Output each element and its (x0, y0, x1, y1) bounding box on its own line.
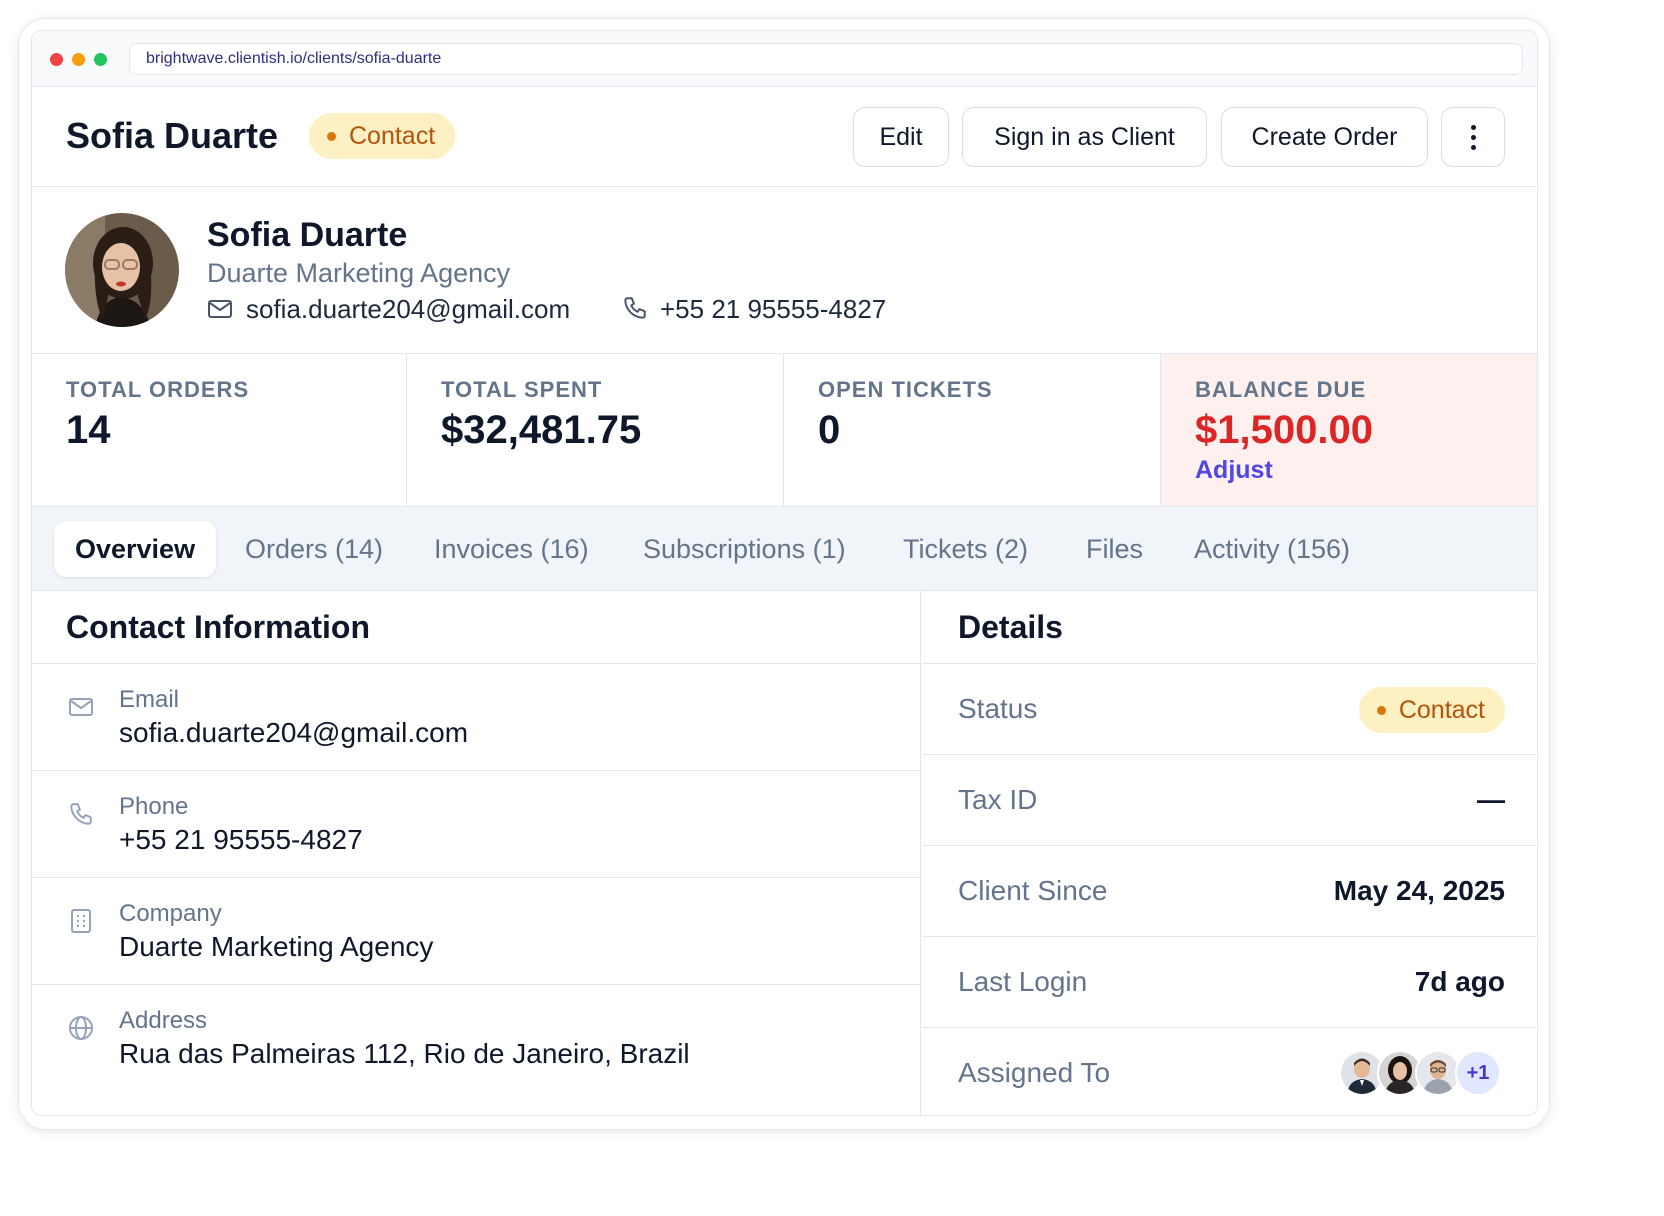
tab-subscriptions[interactable]: Subscriptions (1) (622, 521, 867, 577)
info-row-phone: Phone +55 21 95555-4827 (32, 771, 920, 878)
detail-value: — (1477, 784, 1505, 815)
stat-balance-due: BALANCE DUE $1,500.00 Adjust (1161, 354, 1537, 506)
url-bar[interactable]: brightwave.clientish.io/clients/sofia-du… (129, 43, 1523, 75)
info-value[interactable]: +55 21 95555-4827 (119, 821, 363, 859)
client-avatar (65, 213, 179, 327)
details-panel: Details Status Contact Tax ID — Client S… (922, 591, 1537, 1115)
info-row-company: Company Duarte Marketing Agency (32, 878, 920, 985)
stat-label: TOTAL ORDERS (66, 377, 250, 402)
stat-total-spent: TOTAL SPENT $32,481.75 (407, 354, 784, 506)
mail-icon (69, 698, 93, 716)
detail-label: Client Since (958, 875, 1108, 906)
stat-value: $1,500.00 (1195, 408, 1373, 452)
client-phone-link[interactable]: +55 21 95555-4827 (660, 291, 886, 327)
info-label: Phone (119, 793, 189, 820)
client-company: Duarte Marketing Agency (207, 258, 511, 288)
minimize-window-dot[interactable] (72, 53, 85, 66)
info-value[interactable]: sofia.duarte204@gmail.com (119, 714, 468, 752)
client-name: Sofia Duarte (207, 216, 408, 254)
phone-icon (70, 803, 92, 825)
info-label: Email (119, 686, 180, 713)
detail-row-tax-id: Tax ID — (922, 755, 1537, 846)
page-header: Sofia Duarte Contact Edit Sign in as Cli… (32, 87, 1537, 187)
stat-value: $32,481.75 (441, 408, 642, 452)
stat-label: OPEN TICKETS (818, 377, 993, 402)
info-value: Rua das Palmeiras 112, Rio de Janeiro, B… (119, 1038, 690, 1069)
detail-row-last-login: Last Login 7d ago (922, 937, 1537, 1028)
tab-files[interactable]: Files (1065, 521, 1164, 577)
detail-label: Tax ID (958, 784, 1038, 815)
info-label: Address (119, 1007, 208, 1034)
sign-in-as-client-button[interactable]: Sign in as Client (962, 107, 1207, 167)
app-window: brightwave.clientish.io/clients/sofia-du… (31, 30, 1538, 1116)
detail-label: Assigned To (958, 1057, 1111, 1088)
detail-row-status: Status Contact (922, 664, 1537, 755)
contact-information-panel: Contact Information Email sofia.duarte20… (32, 591, 921, 1115)
stat-value: 0 (818, 408, 841, 452)
edit-button[interactable]: Edit (853, 107, 949, 167)
detail-row-assigned-to: Assigned To +1 (922, 1028, 1537, 1115)
close-window-dot[interactable] (50, 53, 63, 66)
adjust-balance-link[interactable]: Adjust (1195, 454, 1273, 486)
status-badge-label: Contact (1398, 696, 1485, 724)
tab-activity[interactable]: Activity (156) (1173, 521, 1371, 577)
section-title: Details (958, 609, 1063, 645)
profile-summary: Sofia Duarte Duarte Marketing Agency sof… (32, 187, 1537, 354)
create-order-button[interactable]: Create Order (1221, 107, 1428, 167)
stat-open-tickets: OPEN TICKETS 0 (784, 354, 1161, 506)
tab-orders[interactable]: Orders (14) (224, 521, 404, 577)
building-icon (71, 909, 91, 933)
tab-overview[interactable]: Overview (54, 521, 217, 577)
section-title: Contact Information (66, 609, 370, 645)
panel-header: Details (922, 591, 1537, 664)
stat-label: BALANCE DUE (1195, 377, 1367, 402)
detail-row-client-since: Client Since May 24, 2025 (922, 846, 1537, 937)
maximize-window-dot[interactable] (94, 53, 107, 66)
phone-icon (624, 297, 646, 319)
info-value: Duarte Marketing Agency (119, 931, 434, 962)
stat-total-orders: TOTAL ORDERS 14 (32, 354, 407, 506)
status-dot-icon (1376, 706, 1386, 715)
more-assignees-badge[interactable]: +1 (1455, 1050, 1501, 1096)
mail-icon (208, 300, 232, 318)
tab-invoices[interactable]: Invoices (16) (413, 521, 610, 577)
detail-label: Last Login (958, 966, 1088, 997)
assignee-avatars[interactable]: +1 (1339, 1050, 1503, 1096)
tab-tickets[interactable]: Tickets (2) (882, 521, 1049, 577)
detail-value: 7d ago (1414, 966, 1505, 997)
info-label: Company (119, 900, 222, 927)
more-actions-button[interactable] (1441, 107, 1505, 167)
info-row-address: Address Rua das Palmeiras 112, Rio de Ja… (32, 985, 920, 1092)
stat-value: 14 (66, 408, 111, 452)
status-badge-label: Contact (349, 122, 436, 150)
kebab-menu-icon (1471, 125, 1476, 151)
stat-label: TOTAL SPENT (441, 377, 603, 402)
globe-icon (69, 1016, 93, 1040)
page-title: Sofia Duarte (66, 115, 279, 156)
tab-bar: Overview Orders (14) Invoices (16) Subsc… (32, 507, 1537, 591)
stats-row: TOTAL ORDERS 14 TOTAL SPENT $32,481.75 O… (32, 354, 1537, 507)
status-badge: Contact (1358, 687, 1505, 733)
detail-label: Status (958, 693, 1038, 724)
info-row-email: Email sofia.duarte204@gmail.com (32, 664, 920, 771)
status-badge: Contact (309, 113, 456, 159)
panel-header: Contact Information (32, 591, 920, 664)
status-dot-icon (327, 132, 336, 141)
detail-value: May 24, 2025 (1333, 875, 1505, 906)
client-email-link[interactable]: sofia.duarte204@gmail.com (246, 291, 570, 327)
browser-bar: brightwave.clientish.io/clients/sofia-du… (32, 31, 1537, 87)
